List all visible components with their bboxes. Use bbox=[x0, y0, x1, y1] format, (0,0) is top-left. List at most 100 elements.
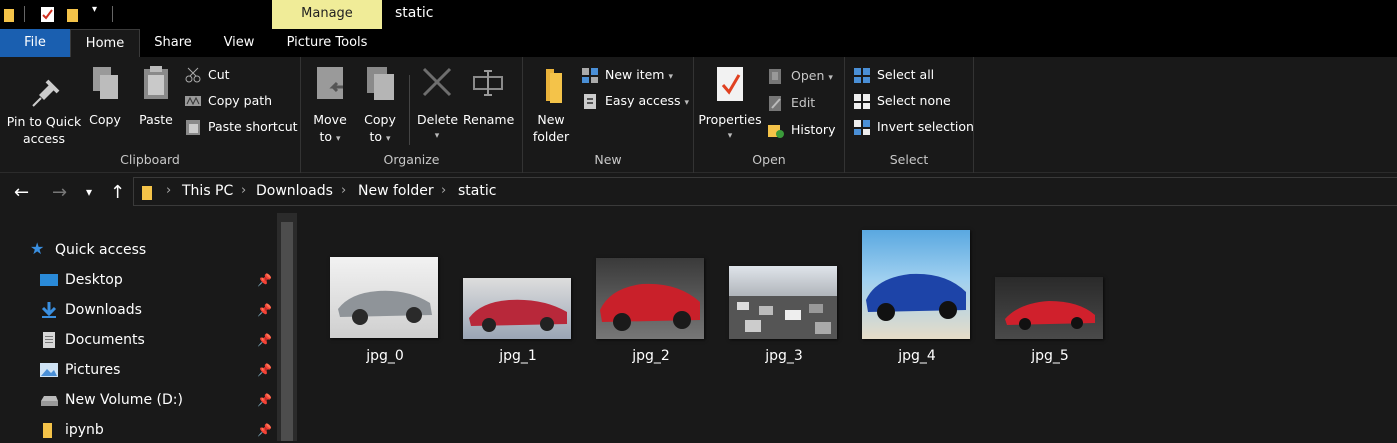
move-to-button[interactable]: Move to ▾ bbox=[311, 65, 349, 148]
forward-arrow-icon[interactable]: → bbox=[52, 182, 67, 203]
properties-icon bbox=[717, 67, 743, 101]
file-thumbnail[interactable] bbox=[330, 257, 438, 338]
back-arrow-icon[interactable]: ← bbox=[14, 182, 29, 203]
new-folder-icon[interactable] bbox=[66, 6, 80, 23]
easy-access-label: Easy access bbox=[605, 93, 681, 108]
file-thumbnail[interactable] bbox=[596, 258, 704, 339]
select-none-label: Select none bbox=[877, 93, 951, 108]
paste-shortcut-icon bbox=[186, 120, 200, 135]
pin-icon[interactable]: 📌 bbox=[257, 297, 272, 323]
nav-item-desktop[interactable]: Desktop 📌 bbox=[40, 267, 280, 293]
copy-to-button[interactable]: Copy to ▾ bbox=[361, 65, 399, 148]
tab-picture-tools[interactable]: Picture Tools bbox=[272, 29, 382, 57]
file-name[interactable]: jpg_4 bbox=[857, 348, 977, 364]
move-to-label-line1: Move bbox=[313, 112, 347, 127]
copy-path-button[interactable]: Copy path bbox=[184, 90, 272, 112]
star-icon: ★ bbox=[30, 239, 45, 258]
breadcrumb-new-folder[interactable]: New folder bbox=[358, 183, 434, 199]
file-list: jpg_0 jpg_1 jpg_2 jpg_3 jpg_4 jpg_5 bbox=[298, 213, 1397, 441]
tab-share[interactable]: Share bbox=[140, 29, 206, 57]
pin-icon[interactable]: 📌 bbox=[257, 327, 272, 353]
easy-access-button[interactable]: Easy access ▾ bbox=[581, 90, 689, 112]
file-name[interactable]: jpg_2 bbox=[591, 348, 711, 364]
window-title: static bbox=[395, 5, 434, 21]
paste-shortcut-button[interactable]: Paste shortcut bbox=[184, 116, 298, 138]
file-thumbnail[interactable] bbox=[729, 266, 837, 339]
new-item-button[interactable]: New item ▾ bbox=[581, 64, 673, 86]
folder-icon bbox=[142, 186, 152, 200]
recent-locations-chevron-icon[interactable]: ▾ bbox=[86, 185, 92, 199]
clipboard-group: Pin to Quick access Copy Paste Cut Copy … bbox=[0, 57, 301, 173]
properties-button[interactable]: Properties ▾ bbox=[698, 65, 762, 145]
ribbon-tabs: File Home Share View Picture Tools bbox=[0, 29, 1397, 57]
pin-icon[interactable]: 📌 bbox=[257, 387, 272, 413]
tab-file[interactable]: File bbox=[0, 29, 70, 57]
open-group: Properties ▾ Open ▾ Edit History Open bbox=[694, 57, 845, 173]
traffic-image-icon bbox=[729, 296, 837, 339]
file-thumbnail[interactable] bbox=[995, 277, 1103, 339]
delete-button[interactable]: Delete ▾ bbox=[417, 65, 458, 145]
properties-icon[interactable] bbox=[40, 6, 56, 23]
quick-access-item[interactable]: ★ Quick access bbox=[30, 237, 270, 263]
invert-selection-button[interactable]: Invert selection bbox=[853, 116, 974, 138]
pin-icon[interactable]: 📌 bbox=[257, 267, 272, 293]
copy-button[interactable]: Copy bbox=[86, 65, 124, 128]
pin-to-quick-access-button[interactable]: Pin to Quick access bbox=[4, 71, 84, 147]
open-button[interactable]: Open ▾ bbox=[767, 65, 833, 87]
breadcrumb-this-pc[interactable]: This PC bbox=[182, 183, 233, 199]
nav-item-label: Downloads bbox=[65, 302, 142, 318]
file-thumbnail[interactable] bbox=[862, 230, 970, 339]
file-name[interactable]: jpg_5 bbox=[990, 348, 1110, 364]
nav-scrollbar-thumb[interactable] bbox=[281, 222, 293, 441]
nav-item-label: Desktop bbox=[65, 272, 123, 288]
pin-icon[interactable]: 📌 bbox=[257, 417, 272, 443]
pin-icon bbox=[32, 79, 60, 107]
file-thumbnail[interactable] bbox=[463, 278, 571, 339]
edit-button[interactable]: Edit bbox=[767, 92, 815, 114]
nav-item-downloads[interactable]: Downloads 📌 bbox=[40, 297, 280, 323]
copy-to-icon bbox=[367, 67, 394, 100]
paste-icon bbox=[144, 66, 168, 99]
history-button[interactable]: History bbox=[767, 119, 835, 141]
file-name[interactable]: jpg_0 bbox=[325, 348, 445, 364]
breadcrumb-static[interactable]: static bbox=[458, 183, 496, 199]
nav-item-pictures[interactable]: Pictures 📌 bbox=[40, 357, 280, 383]
car-image-icon bbox=[1005, 301, 1095, 330]
copy-to-label-line2: to bbox=[369, 129, 383, 144]
customize-qat-dropdown-icon[interactable]: ▾ bbox=[92, 4, 97, 15]
clipboard-group-label: Clipboard bbox=[120, 152, 180, 167]
cut-button[interactable]: Cut bbox=[184, 64, 230, 86]
nav-item-label: ipynb bbox=[65, 422, 104, 438]
properties-label: Properties bbox=[698, 112, 762, 127]
chevron-down-icon: ▾ bbox=[386, 134, 391, 144]
cut-label: Cut bbox=[208, 67, 230, 82]
select-all-button[interactable]: Select all bbox=[853, 64, 934, 86]
copy-path-label: Copy path bbox=[208, 93, 273, 108]
tab-home[interactable]: Home bbox=[70, 29, 140, 57]
file-name[interactable]: jpg_3 bbox=[724, 348, 844, 364]
move-to-icon bbox=[317, 67, 343, 99]
pin-icon[interactable]: 📌 bbox=[257, 357, 272, 383]
paste-button[interactable]: Paste bbox=[136, 65, 176, 128]
desktop-icon bbox=[40, 274, 58, 286]
organize-group-label: Organize bbox=[383, 152, 440, 167]
new-folder-button[interactable]: New folder bbox=[529, 65, 573, 145]
up-arrow-icon[interactable]: ↑ bbox=[110, 182, 125, 203]
nav-item-documents[interactable]: Documents 📌 bbox=[40, 327, 280, 353]
tab-view[interactable]: View bbox=[206, 29, 272, 57]
rename-button[interactable]: Rename bbox=[463, 65, 515, 128]
nav-item-ipynb[interactable]: ipynb 📌 bbox=[40, 417, 280, 443]
edit-icon bbox=[769, 96, 781, 111]
paste-shortcut-label: Paste shortcut bbox=[208, 119, 298, 134]
breadcrumb-downloads[interactable]: Downloads bbox=[256, 183, 333, 199]
paste-label: Paste bbox=[139, 112, 173, 127]
rename-label: Rename bbox=[463, 112, 515, 127]
open-icon bbox=[769, 69, 781, 84]
manage-tab[interactable]: Manage bbox=[272, 0, 382, 29]
file-name[interactable]: jpg_1 bbox=[458, 348, 578, 364]
copy-to-label-line1: Copy bbox=[364, 112, 396, 127]
chevron-right-icon: › bbox=[166, 183, 172, 198]
address-bar[interactable]: › This PC › Downloads › New folder › sta… bbox=[133, 177, 1397, 206]
nav-item-new-volume[interactable]: New Volume (D:) 📌 bbox=[40, 387, 280, 413]
select-none-button[interactable]: Select none bbox=[853, 90, 951, 112]
